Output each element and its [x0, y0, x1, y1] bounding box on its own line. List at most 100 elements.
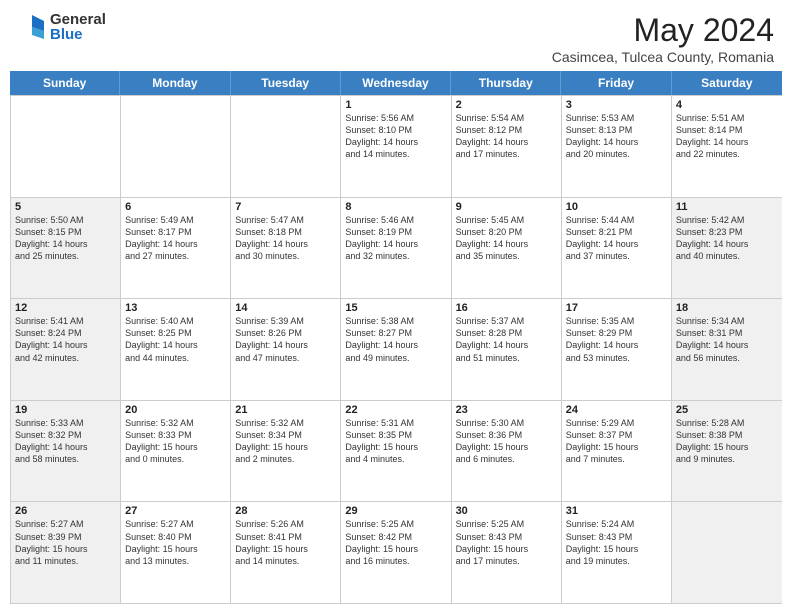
- month-title: May 2024: [552, 12, 774, 49]
- cell-info: Sunrise: 5:26 AM Sunset: 8:41 PM Dayligh…: [235, 518, 336, 567]
- day-number: 4: [676, 99, 778, 111]
- calendar-cell: 7Sunrise: 5:47 AM Sunset: 8:18 PM Daylig…: [231, 198, 341, 299]
- calendar-cell: [231, 96, 341, 197]
- day-number: 21: [235, 404, 336, 416]
- cell-info: Sunrise: 5:47 AM Sunset: 8:18 PM Dayligh…: [235, 214, 336, 263]
- cell-info: Sunrise: 5:44 AM Sunset: 8:21 PM Dayligh…: [566, 214, 667, 263]
- day-number: 1: [345, 99, 446, 111]
- title-block: May 2024 Casimcea, Tulcea County, Romani…: [552, 12, 774, 65]
- calendar-cell: 31Sunrise: 5:24 AM Sunset: 8:43 PM Dayli…: [562, 502, 672, 603]
- day-number: 30: [456, 505, 557, 517]
- weekday-header: Tuesday: [231, 71, 341, 95]
- day-number: 24: [566, 404, 667, 416]
- calendar-cell: 15Sunrise: 5:38 AM Sunset: 8:27 PM Dayli…: [341, 299, 451, 400]
- calendar-row: 26Sunrise: 5:27 AM Sunset: 8:39 PM Dayli…: [11, 502, 782, 604]
- cell-info: Sunrise: 5:29 AM Sunset: 8:37 PM Dayligh…: [566, 417, 667, 466]
- day-number: 14: [235, 302, 336, 314]
- cell-info: Sunrise: 5:24 AM Sunset: 8:43 PM Dayligh…: [566, 518, 667, 567]
- calendar-row: 12Sunrise: 5:41 AM Sunset: 8:24 PM Dayli…: [11, 299, 782, 401]
- calendar-cell: 9Sunrise: 5:45 AM Sunset: 8:20 PM Daylig…: [452, 198, 562, 299]
- calendar-cell: 30Sunrise: 5:25 AM Sunset: 8:43 PM Dayli…: [452, 502, 562, 603]
- cell-info: Sunrise: 5:51 AM Sunset: 8:14 PM Dayligh…: [676, 112, 778, 161]
- calendar-cell: 3Sunrise: 5:53 AM Sunset: 8:13 PM Daylig…: [562, 96, 672, 197]
- calendar-cell: 24Sunrise: 5:29 AM Sunset: 8:37 PM Dayli…: [562, 401, 672, 502]
- day-number: 10: [566, 201, 667, 213]
- day-number: 6: [125, 201, 226, 213]
- day-number: 7: [235, 201, 336, 213]
- weekday-header: Thursday: [451, 71, 561, 95]
- cell-info: Sunrise: 5:32 AM Sunset: 8:34 PM Dayligh…: [235, 417, 336, 466]
- weekday-header: Monday: [120, 71, 230, 95]
- calendar-cell: 26Sunrise: 5:27 AM Sunset: 8:39 PM Dayli…: [11, 502, 121, 603]
- logo-icon: [18, 13, 46, 41]
- cell-info: Sunrise: 5:54 AM Sunset: 8:12 PM Dayligh…: [456, 112, 557, 161]
- day-number: 13: [125, 302, 226, 314]
- day-number: 18: [676, 302, 778, 314]
- cell-info: Sunrise: 5:45 AM Sunset: 8:20 PM Dayligh…: [456, 214, 557, 263]
- cell-info: Sunrise: 5:37 AM Sunset: 8:28 PM Dayligh…: [456, 315, 557, 364]
- cell-info: Sunrise: 5:34 AM Sunset: 8:31 PM Dayligh…: [676, 315, 778, 364]
- cell-info: Sunrise: 5:27 AM Sunset: 8:40 PM Dayligh…: [125, 518, 226, 567]
- cell-info: Sunrise: 5:32 AM Sunset: 8:33 PM Dayligh…: [125, 417, 226, 466]
- day-number: 23: [456, 404, 557, 416]
- weekday-header: Friday: [561, 71, 671, 95]
- header: General Blue May 2024 Casimcea, Tulcea C…: [0, 0, 792, 71]
- day-number: 29: [345, 505, 446, 517]
- calendar-cell: 25Sunrise: 5:28 AM Sunset: 8:38 PM Dayli…: [672, 401, 782, 502]
- calendar-cell: 2Sunrise: 5:54 AM Sunset: 8:12 PM Daylig…: [452, 96, 562, 197]
- day-number: 2: [456, 99, 557, 111]
- weekday-header: Saturday: [672, 71, 782, 95]
- calendar-row: 1Sunrise: 5:56 AM Sunset: 8:10 PM Daylig…: [11, 96, 782, 198]
- cell-info: Sunrise: 5:31 AM Sunset: 8:35 PM Dayligh…: [345, 417, 446, 466]
- calendar-cell: 5Sunrise: 5:50 AM Sunset: 8:15 PM Daylig…: [11, 198, 121, 299]
- day-number: 27: [125, 505, 226, 517]
- cell-info: Sunrise: 5:35 AM Sunset: 8:29 PM Dayligh…: [566, 315, 667, 364]
- calendar-cell: 11Sunrise: 5:42 AM Sunset: 8:23 PM Dayli…: [672, 198, 782, 299]
- calendar-cell: 12Sunrise: 5:41 AM Sunset: 8:24 PM Dayli…: [11, 299, 121, 400]
- calendar-cell: 18Sunrise: 5:34 AM Sunset: 8:31 PM Dayli…: [672, 299, 782, 400]
- calendar-cell: [672, 502, 782, 603]
- cell-info: Sunrise: 5:53 AM Sunset: 8:13 PM Dayligh…: [566, 112, 667, 161]
- calendar-row: 19Sunrise: 5:33 AM Sunset: 8:32 PM Dayli…: [11, 401, 782, 503]
- location: Casimcea, Tulcea County, Romania: [552, 49, 774, 65]
- cell-info: Sunrise: 5:38 AM Sunset: 8:27 PM Dayligh…: [345, 315, 446, 364]
- calendar-body: 1Sunrise: 5:56 AM Sunset: 8:10 PM Daylig…: [10, 95, 782, 604]
- cell-info: Sunrise: 5:27 AM Sunset: 8:39 PM Dayligh…: [15, 518, 116, 567]
- day-number: 15: [345, 302, 446, 314]
- cell-info: Sunrise: 5:49 AM Sunset: 8:17 PM Dayligh…: [125, 214, 226, 263]
- day-number: 20: [125, 404, 226, 416]
- day-number: 31: [566, 505, 667, 517]
- cell-info: Sunrise: 5:40 AM Sunset: 8:25 PM Dayligh…: [125, 315, 226, 364]
- day-number: 11: [676, 201, 778, 213]
- calendar-cell: 13Sunrise: 5:40 AM Sunset: 8:25 PM Dayli…: [121, 299, 231, 400]
- day-number: 22: [345, 404, 446, 416]
- logo-general: General: [50, 12, 106, 27]
- calendar-cell: 8Sunrise: 5:46 AM Sunset: 8:19 PM Daylig…: [341, 198, 451, 299]
- cell-info: Sunrise: 5:39 AM Sunset: 8:26 PM Dayligh…: [235, 315, 336, 364]
- cell-info: Sunrise: 5:46 AM Sunset: 8:19 PM Dayligh…: [345, 214, 446, 263]
- cell-info: Sunrise: 5:30 AM Sunset: 8:36 PM Dayligh…: [456, 417, 557, 466]
- day-number: 19: [15, 404, 116, 416]
- cell-info: Sunrise: 5:33 AM Sunset: 8:32 PM Dayligh…: [15, 417, 116, 466]
- calendar-cell: 4Sunrise: 5:51 AM Sunset: 8:14 PM Daylig…: [672, 96, 782, 197]
- calendar-cell: 17Sunrise: 5:35 AM Sunset: 8:29 PM Dayli…: [562, 299, 672, 400]
- calendar-cell: 28Sunrise: 5:26 AM Sunset: 8:41 PM Dayli…: [231, 502, 341, 603]
- cell-info: Sunrise: 5:25 AM Sunset: 8:43 PM Dayligh…: [456, 518, 557, 567]
- day-number: 17: [566, 302, 667, 314]
- logo: General Blue: [18, 12, 106, 42]
- calendar-cell: 29Sunrise: 5:25 AM Sunset: 8:42 PM Dayli…: [341, 502, 451, 603]
- logo-blue: Blue: [50, 27, 106, 42]
- day-number: 9: [456, 201, 557, 213]
- calendar-cell: 6Sunrise: 5:49 AM Sunset: 8:17 PM Daylig…: [121, 198, 231, 299]
- cell-info: Sunrise: 5:56 AM Sunset: 8:10 PM Dayligh…: [345, 112, 446, 161]
- cell-info: Sunrise: 5:50 AM Sunset: 8:15 PM Dayligh…: [15, 214, 116, 263]
- calendar-cell: 1Sunrise: 5:56 AM Sunset: 8:10 PM Daylig…: [341, 96, 451, 197]
- day-number: 25: [676, 404, 778, 416]
- calendar-cell: 22Sunrise: 5:31 AM Sunset: 8:35 PM Dayli…: [341, 401, 451, 502]
- cell-info: Sunrise: 5:41 AM Sunset: 8:24 PM Dayligh…: [15, 315, 116, 364]
- calendar-cell: 14Sunrise: 5:39 AM Sunset: 8:26 PM Dayli…: [231, 299, 341, 400]
- calendar-cell: 16Sunrise: 5:37 AM Sunset: 8:28 PM Dayli…: [452, 299, 562, 400]
- calendar-cell: 19Sunrise: 5:33 AM Sunset: 8:32 PM Dayli…: [11, 401, 121, 502]
- calendar-cell: 23Sunrise: 5:30 AM Sunset: 8:36 PM Dayli…: [452, 401, 562, 502]
- calendar-cell: 27Sunrise: 5:27 AM Sunset: 8:40 PM Dayli…: [121, 502, 231, 603]
